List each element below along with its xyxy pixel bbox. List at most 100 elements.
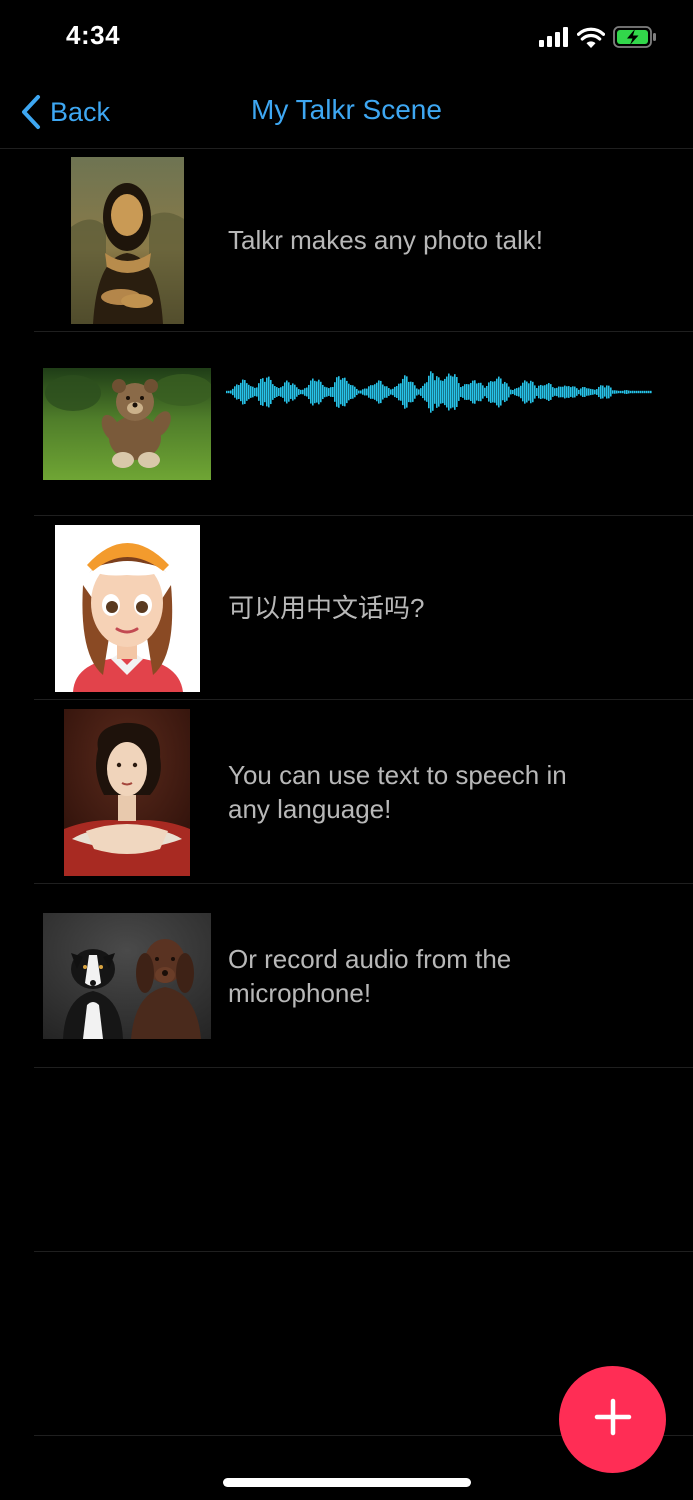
waveform-bar	[618, 390, 620, 394]
waveform-bar	[244, 380, 246, 404]
waveform-bar	[444, 378, 446, 406]
waveform-bar	[430, 371, 432, 413]
waveform-bar	[524, 380, 526, 404]
waveform-bar	[446, 376, 448, 408]
navigation-bar: Back My Talkr Scene	[0, 76, 693, 149]
waveform-bar	[422, 385, 424, 399]
waveform-bar	[640, 390, 642, 394]
waveform-bar	[474, 380, 476, 404]
waveform-bar	[580, 388, 582, 396]
waveform-bar	[318, 379, 320, 405]
waveform-bar	[274, 385, 276, 399]
empty-scene-row[interactable]	[0, 1068, 693, 1252]
waveform-bar	[248, 384, 250, 400]
plus-icon	[594, 1398, 632, 1441]
scene-row[interactable]: 可以用中文话吗?	[0, 516, 693, 700]
waveform-bar	[502, 383, 504, 401]
waveform-bar	[352, 385, 354, 399]
portrait-woman-thumbnail	[64, 708, 190, 876]
waveform-bar	[392, 388, 394, 396]
waveform-bar	[570, 387, 572, 397]
waveform-bar	[454, 374, 456, 410]
waveform-bar	[510, 389, 512, 395]
teddy-bear-thumbnail	[43, 368, 211, 480]
waveform-bar	[258, 383, 260, 401]
waveform-bar	[540, 384, 542, 400]
waveform-bar	[324, 386, 326, 398]
waveform-bar	[566, 386, 568, 398]
waveform-bar	[512, 390, 514, 394]
waveform-bar	[546, 384, 548, 400]
waveform-bar	[296, 387, 298, 397]
waveform-bar	[266, 377, 268, 407]
waveform-bar	[276, 387, 278, 397]
waveform-bar	[264, 381, 266, 403]
waveform-bar	[564, 385, 566, 399]
waveform-bar	[304, 388, 306, 396]
waveform-bar	[320, 381, 322, 403]
waveform-bar	[376, 382, 378, 402]
audio-waveform	[226, 360, 652, 424]
waveform-bar	[472, 380, 474, 404]
scene-row[interactable]: Or record audio from the microphone!	[0, 884, 693, 1068]
scene-list: Talkr makes any photo talk! 可以用中文话吗? You…	[0, 148, 693, 1436]
waveform-bar	[416, 388, 418, 396]
waveform-bar	[520, 385, 522, 399]
waveform-bar	[254, 387, 256, 397]
waveform-bar	[228, 390, 230, 394]
waveform-bar	[452, 376, 454, 408]
waveform-bar	[552, 387, 554, 397]
back-label: Back	[50, 96, 111, 127]
waveform-bar	[648, 390, 650, 394]
add-button[interactable]	[559, 1366, 666, 1473]
waveform-bar	[250, 386, 252, 398]
scene-row[interactable]: Talkr makes any photo talk!	[0, 148, 693, 332]
status-icons	[539, 26, 657, 53]
waveform-bar	[508, 386, 510, 398]
waveform-bar	[366, 388, 368, 396]
waveform-bar	[386, 386, 388, 398]
scene-row-text: Talkr makes any photo talk!	[228, 225, 544, 255]
waveform-bar	[412, 382, 414, 402]
wifi-icon	[576, 27, 606, 53]
thumbnail-container	[34, 884, 220, 1068]
waveform-bar	[378, 380, 380, 404]
waveform-bar	[382, 384, 384, 400]
waveform-bar	[330, 387, 332, 397]
scene-row-text: 可以用中文话吗?	[228, 593, 425, 623]
waveform-bar	[488, 382, 490, 402]
waveform-bar	[260, 378, 262, 406]
home-indicator[interactable]	[223, 1478, 471, 1487]
cellular-signal-icon	[539, 27, 569, 52]
waveform-bar	[332, 387, 334, 397]
waveform-bar	[406, 376, 408, 408]
waveform-bar	[374, 384, 376, 400]
waveform-bar	[334, 382, 336, 402]
scene-row[interactable]	[0, 332, 693, 516]
waveform-bar	[458, 383, 460, 401]
waveform-bar	[646, 390, 648, 394]
waveform-bar	[424, 383, 426, 401]
back-button[interactable]: Back	[20, 92, 110, 132]
waveform-bar	[526, 381, 528, 403]
waveform-bar	[468, 384, 470, 400]
waveform-bar	[232, 388, 234, 396]
waveform-bar	[358, 390, 360, 394]
waveform-bar	[634, 390, 636, 394]
cartoon-girl-thumbnail	[54, 524, 200, 692]
waveform-bar	[578, 389, 580, 395]
waveform-bar	[314, 380, 316, 404]
thumbnail-container	[34, 332, 220, 516]
waveform-bar	[234, 386, 236, 398]
waveform-bar	[396, 386, 398, 398]
waveform-bar	[516, 388, 518, 396]
battery-charging-icon	[613, 26, 657, 53]
scene-row[interactable]: You can use text to speech in any langua…	[0, 700, 693, 884]
waveform-bar	[498, 376, 500, 408]
waveform-bar	[548, 383, 550, 401]
waveform-bar	[602, 385, 604, 399]
waveform-bar	[620, 390, 622, 394]
waveform-bar	[558, 386, 560, 398]
waveform-bar	[530, 380, 532, 404]
status-time: 4:34	[66, 20, 121, 50]
